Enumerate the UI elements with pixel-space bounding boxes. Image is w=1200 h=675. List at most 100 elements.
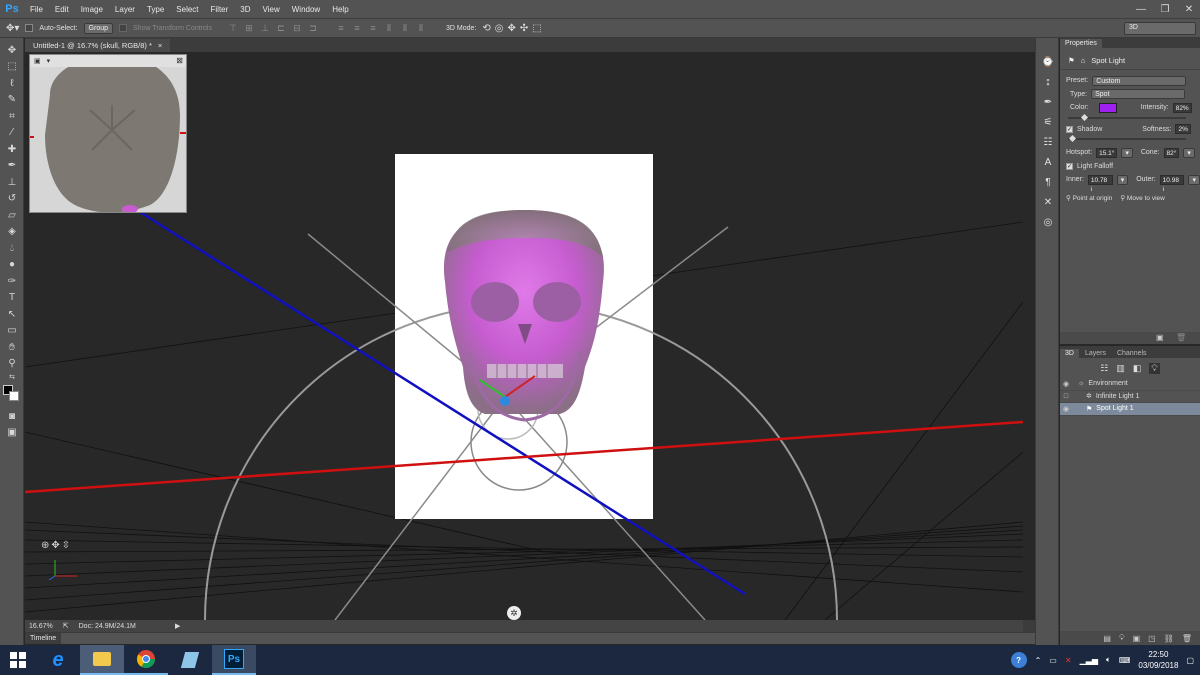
align-vcenter-icon[interactable]: ⊞: [244, 23, 254, 34]
healing-brush-tool-icon[interactable]: ✚: [0, 141, 24, 158]
properties-tab[interactable]: Properties: [1060, 39, 1102, 48]
align-right-icon[interactable]: ⊐: [308, 23, 318, 34]
distribute-right-icon[interactable]: ⦀: [416, 23, 426, 34]
eraser-tool-icon[interactable]: ▱: [0, 207, 24, 224]
distribute-vcenter-icon[interactable]: ≡: [352, 23, 362, 34]
new-item-icon[interactable]: ◳: [1148, 634, 1156, 643]
softness-input[interactable]: 2%: [1175, 124, 1191, 135]
align-bottom-icon[interactable]: ⊥: [260, 23, 270, 34]
render-icon[interactable]: ▣: [1133, 634, 1141, 643]
start-button[interactable]: [0, 645, 36, 675]
type-tool-icon[interactable]: T: [0, 290, 24, 307]
document-tab[interactable]: Untitled-1 @ 16.7% (skull, RGB/8) * ×: [25, 39, 171, 52]
libraries-icon[interactable]: ◎: [1036, 212, 1060, 232]
visibility-eye-icon[interactable]: ◉: [1060, 405, 1072, 413]
menu-window[interactable]: Window: [286, 5, 326, 14]
menu-edit[interactable]: Edit: [49, 5, 75, 14]
transform-controls-checkbox[interactable]: [119, 24, 128, 32]
cone-input[interactable]: 82°: [1163, 147, 1180, 158]
menu-3d[interactable]: 3D: [234, 5, 256, 14]
tools-panel-icon[interactable]: ✕: [1036, 192, 1060, 212]
distribute-bottom-icon[interactable]: ≡: [368, 23, 378, 34]
light-falloff-checkbox[interactable]: ✓: [1066, 162, 1073, 170]
photoshop-taskbar-icon[interactable]: Ps: [212, 645, 256, 675]
status-menu-arrow-icon[interactable]: ▶: [175, 622, 180, 630]
canvas-area[interactable]: ▣ ▾ ⊠ ⊕ ✥ ⇳ ✲: [25, 52, 1023, 620]
point-at-origin-button[interactable]: ⚲ Point at origin: [1066, 194, 1112, 202]
auto-select-dropdown[interactable]: Group: [83, 22, 114, 34]
minimize-button[interactable]: —: [1134, 4, 1148, 15]
menu-type[interactable]: Type: [141, 5, 170, 14]
align-left-icon[interactable]: ⊏: [276, 23, 286, 34]
distribute-top-icon[interactable]: ≡: [336, 23, 346, 34]
brush-tool-icon[interactable]: ✒: [0, 158, 24, 175]
chrome-icon[interactable]: [124, 645, 168, 675]
distribute-left-icon[interactable]: ⦀: [384, 23, 394, 34]
tab-channels[interactable]: Channels: [1112, 349, 1152, 358]
align-hcenter-icon[interactable]: ⊟: [292, 23, 302, 34]
scene-item-infinite-light[interactable]: □ ✲ Infinite Light 1: [1060, 391, 1200, 403]
menu-layer[interactable]: Layer: [109, 5, 141, 14]
lasso-tool-icon[interactable]: ℓ: [0, 75, 24, 92]
taskbar-clock[interactable]: 22:50 03/09/2018: [1138, 649, 1178, 671]
scene-item-spot-light[interactable]: ◉ ⚑ Spot Light 1: [1060, 403, 1200, 416]
dodge-tool-icon[interactable]: ●: [0, 257, 24, 274]
file-explorer-icon[interactable]: [80, 645, 124, 675]
tab-layers[interactable]: Layers: [1080, 349, 1111, 358]
preset-dropdown[interactable]: Custom: [1092, 75, 1187, 86]
clone-stamp-tool-icon[interactable]: ⊥: [0, 174, 24, 191]
coordinates-icon[interactable]: ⌂: [1081, 56, 1086, 65]
outer-input[interactable]: 10.98 i: [1159, 174, 1185, 193]
document-close-icon[interactable]: ×: [158, 41, 162, 50]
timeline-tab[interactable]: Timeline: [25, 633, 62, 644]
menu-filter[interactable]: Filter: [205, 5, 235, 14]
scale-3d-icon[interactable]: ⬚: [532, 23, 541, 34]
hotspot-input[interactable]: 15.1°: [1096, 147, 1118, 158]
volume-icon[interactable]: 🔈︎: [1106, 655, 1111, 665]
paint-bucket-tool-icon[interactable]: ◈: [0, 224, 24, 241]
crop-tool-icon[interactable]: ⌗: [0, 108, 24, 125]
path-select-tool-icon[interactable]: ↖: [0, 306, 24, 323]
trash-icon[interactable]: 🗑︎: [1182, 634, 1192, 643]
brush-settings-icon[interactable]: ✒: [1036, 92, 1060, 112]
pen-tool-icon[interactable]: ✑: [0, 273, 24, 290]
close-button[interactable]: ✕: [1182, 4, 1196, 15]
align-top-icon[interactable]: ⊤: [228, 23, 238, 34]
drag-3d-icon[interactable]: ✥: [507, 23, 515, 34]
visibility-eye-icon[interactable]: ◉: [1060, 380, 1072, 388]
softness-slider[interactable]: [1068, 134, 1186, 143]
outer-dropdown-icon[interactable]: ▾: [1188, 174, 1200, 185]
menu-select[interactable]: Select: [170, 5, 204, 14]
light-color-swatch[interactable]: [1098, 102, 1117, 113]
3d-secondary-view[interactable]: ▣ ▾ ⊠: [29, 54, 187, 213]
scene-item-environment[interactable]: ◉ ☼ Environment: [1060, 378, 1200, 391]
intensity-input[interactable]: 82%: [1172, 102, 1192, 113]
keyboard-icon[interactable]: ⌨: [1119, 656, 1131, 665]
move-tool-icon[interactable]: ✥: [0, 42, 24, 59]
inner-dropdown-icon[interactable]: ▾: [1116, 174, 1129, 185]
workspace-dropdown[interactable]: 3D: [1124, 22, 1196, 35]
default-colors-icon[interactable]: ⇆: [0, 372, 24, 382]
intensity-slider[interactable]: [1068, 113, 1186, 121]
notepad-icon[interactable]: [168, 645, 212, 675]
materials-filter-icon[interactable]: ◧: [1133, 363, 1142, 374]
hand-tool-icon[interactable]: ✋︎: [0, 339, 24, 356]
move-to-view-button[interactable]: ⚲ Move to view: [1120, 194, 1165, 202]
quick-select-tool-icon[interactable]: ✎: [0, 92, 24, 109]
meshes-filter-icon[interactable]: ▥: [1116, 363, 1125, 374]
internet-explorer-icon[interactable]: e: [36, 645, 80, 675]
menu-view[interactable]: View: [257, 5, 286, 14]
menu-image[interactable]: Image: [75, 5, 109, 14]
view-menu-icon[interactable]: ▣: [34, 57, 41, 65]
delete-icon[interactable]: 🗑︎: [1176, 333, 1186, 342]
secondary-view-close-icon[interactable]: ⊠: [176, 56, 183, 65]
view-dropdown-icon[interactable]: ▾: [47, 57, 51, 65]
menu-file[interactable]: File: [24, 5, 49, 14]
collaborate-icon[interactable]: ⛓︎: [1164, 634, 1174, 643]
visibility-box-icon[interactable]: □: [1060, 393, 1072, 400]
screen-mode-icon[interactable]: ▣: [0, 425, 24, 442]
pan-axis-icon[interactable]: ✥: [51, 540, 59, 551]
signal-icon[interactable]: ▁▃▅: [1080, 656, 1098, 665]
quick-mask-icon[interactable]: ◙: [0, 408, 24, 425]
paragraph-icon[interactable]: ¶: [1036, 172, 1060, 192]
